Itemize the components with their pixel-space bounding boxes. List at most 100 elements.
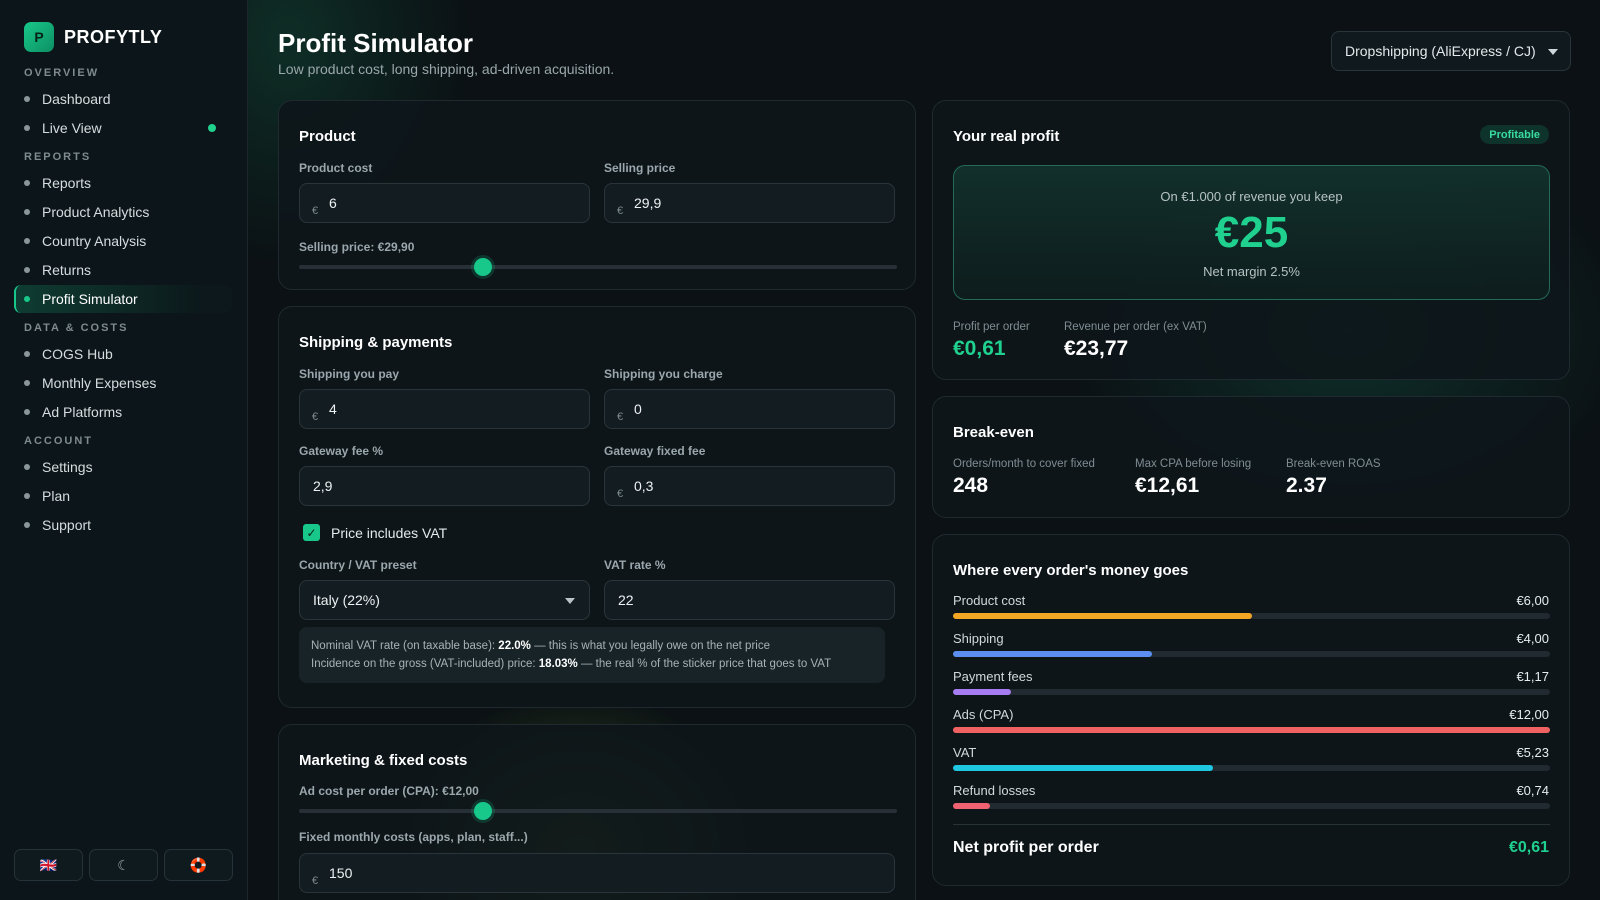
cost-bar-track bbox=[953, 689, 1550, 695]
net-margin: Net margin 2.5% bbox=[1203, 264, 1300, 279]
chevron-down-icon bbox=[1548, 49, 1558, 55]
shipping-payments-card: Shipping & payments Shipping you pay Shi… bbox=[278, 306, 916, 708]
language-button[interactable]: 🇬🇧 bbox=[14, 849, 83, 881]
cost-row-value: €12,00 bbox=[1509, 707, 1549, 722]
nav-section-data-costs: DATA & COSTS bbox=[24, 322, 129, 334]
profit-per-order-label: Profit per order bbox=[953, 321, 1030, 333]
bullet-icon bbox=[24, 238, 30, 244]
shipping-pay-input[interactable]: € 4 bbox=[299, 389, 590, 429]
vat-explanation-note: Nominal VAT rate (on taxable base): 22.0… bbox=[299, 627, 885, 683]
sidebar-item-country-analysis[interactable]: Country Analysis bbox=[14, 227, 232, 255]
net-profit-value: €0,61 bbox=[1508, 839, 1549, 856]
sidebar-item-reports[interactable]: Reports bbox=[14, 169, 232, 197]
euro-prefix: € bbox=[617, 411, 624, 423]
selling-price-input[interactable]: € 29,9 bbox=[604, 183, 895, 223]
vat-included-label[interactable]: Price includes VAT bbox=[331, 525, 447, 541]
preset-select-value: Dropshipping (AliExpress / CJ) bbox=[1345, 43, 1536, 59]
sidebar-item-ad-platforms[interactable]: Ad Platforms bbox=[14, 398, 232, 426]
sidebar-item-label: Returns bbox=[42, 262, 92, 278]
sidebar-item-support[interactable]: Support bbox=[14, 511, 232, 539]
gateway-fee-pct-input[interactable]: 2,9 bbox=[299, 466, 590, 506]
moon-icon: ☾ bbox=[117, 856, 130, 873]
sidebar-item-profit-simulator[interactable]: Profit Simulator bbox=[14, 285, 232, 313]
page-title: Profit Simulator bbox=[278, 28, 474, 58]
vat-rate-input[interactable]: 22 bbox=[604, 580, 895, 620]
bullet-icon bbox=[24, 180, 30, 186]
slider-thumb[interactable] bbox=[474, 802, 492, 820]
vat-note-line-2: Incidence on the gross (VAT-included) pr… bbox=[311, 655, 873, 673]
card-title: Product bbox=[299, 128, 356, 145]
input-value: 22 bbox=[618, 592, 634, 608]
country-vat-select[interactable]: Italy (22%) bbox=[299, 580, 590, 620]
sidebar-item-live-view[interactable]: Live View bbox=[14, 114, 232, 142]
sidebar-item-label: Product Analytics bbox=[42, 204, 150, 220]
cost-row-value: €6,00 bbox=[1516, 593, 1549, 608]
product-cost-input[interactable]: € 6 bbox=[299, 183, 590, 223]
cost-bar-fill bbox=[953, 689, 1011, 695]
sidebar-item-monthly-expenses[interactable]: Monthly Expenses bbox=[14, 369, 232, 397]
sidebar-item-label: Live View bbox=[42, 120, 102, 136]
euro-prefix: € bbox=[617, 205, 624, 217]
business-preset-select[interactable]: Dropshipping (AliExpress / CJ) bbox=[1331, 31, 1571, 71]
nav-section-overview: OVERVIEW bbox=[24, 67, 100, 79]
product-card: Product Product cost Selling price € 6 €… bbox=[278, 100, 916, 290]
sidebar-item-returns[interactable]: Returns bbox=[14, 256, 232, 284]
sidebar-item-label: Reports bbox=[42, 175, 92, 191]
keep-value: €25 bbox=[1214, 208, 1289, 257]
gateway-fee-pct-label: Gateway fee % bbox=[299, 444, 384, 458]
cost-row-value: €1,17 bbox=[1516, 669, 1549, 684]
theme-toggle-button[interactable]: ☾ bbox=[89, 849, 158, 881]
max-cpa-label: Max CPA before losing bbox=[1135, 458, 1252, 470]
sidebar-item-label: Profit Simulator bbox=[42, 291, 138, 307]
cpa-slider[interactable] bbox=[299, 802, 897, 820]
main-content: Profit Simulator Low product cost, long … bbox=[248, 0, 1600, 900]
help-button[interactable]: 🛟 bbox=[164, 849, 233, 881]
live-indicator-icon bbox=[208, 124, 216, 132]
input-value: 29,9 bbox=[634, 195, 662, 211]
cost-row-label: VAT bbox=[953, 745, 977, 760]
fixed-costs-input[interactable]: € 150 bbox=[299, 853, 895, 893]
slider-thumb[interactable] bbox=[474, 258, 492, 276]
nav-section-account: ACCOUNT bbox=[24, 435, 93, 447]
brand[interactable]: P PROFYTLY bbox=[24, 22, 162, 52]
cost-bar-fill bbox=[953, 803, 990, 809]
euro-prefix: € bbox=[617, 488, 624, 500]
cost-bar-fill bbox=[953, 727, 1550, 733]
shipping-charge-label: Shipping you charge bbox=[604, 367, 723, 381]
sidebar-item-label: Country Analysis bbox=[42, 233, 147, 249]
euro-prefix: € bbox=[312, 205, 319, 217]
sidebar-item-settings[interactable]: Settings bbox=[14, 453, 232, 481]
bullet-icon bbox=[24, 209, 30, 215]
shipping-charge-input[interactable]: € 0 bbox=[604, 389, 895, 429]
bullet-icon bbox=[24, 464, 30, 470]
cost-bar-track bbox=[953, 651, 1550, 657]
sidebar-item-label: Settings bbox=[42, 459, 93, 475]
vat-included-checkbox[interactable]: ✓ bbox=[303, 524, 320, 541]
net-profit-label: Net profit per order bbox=[953, 839, 1099, 856]
cost-bar-fill bbox=[953, 613, 1252, 619]
cost-bar-track bbox=[953, 613, 1550, 619]
sidebar-item-product-analytics[interactable]: Product Analytics bbox=[14, 198, 232, 226]
sidebar-item-label: Ad Platforms bbox=[42, 404, 123, 420]
sidebar-item-cogs-hub[interactable]: COGS Hub bbox=[14, 340, 232, 368]
sidebar-item-plan[interactable]: Plan bbox=[14, 482, 232, 510]
cost-row-value: €0,74 bbox=[1516, 783, 1549, 798]
gateway-fixed-fee-input[interactable]: € 0,3 bbox=[604, 466, 895, 506]
bullet-icon bbox=[24, 522, 30, 528]
bullet-icon bbox=[24, 296, 30, 302]
bullet-icon bbox=[24, 96, 30, 102]
cost-row-value: €4,00 bbox=[1516, 631, 1549, 646]
orders-to-cover-value: 248 bbox=[953, 474, 989, 497]
brand-logo: P bbox=[24, 22, 54, 52]
input-value: 150 bbox=[329, 865, 353, 881]
sidebar-item-dashboard[interactable]: Dashboard bbox=[14, 85, 232, 113]
vat-note-line-1: Nominal VAT rate (on taxable base): 22.0… bbox=[311, 637, 873, 655]
cost-bar-track bbox=[953, 765, 1550, 771]
nav-section-reports: REPORTS bbox=[24, 151, 92, 163]
sidebar: P PROFYTLY OVERVIEW Dashboard Live View … bbox=[0, 0, 248, 900]
bullet-icon bbox=[24, 380, 30, 386]
cost-bar-fill bbox=[953, 651, 1152, 657]
divider bbox=[953, 824, 1550, 825]
selling-price-slider[interactable] bbox=[299, 258, 897, 276]
sidebar-item-label: Monthly Expenses bbox=[42, 375, 157, 391]
